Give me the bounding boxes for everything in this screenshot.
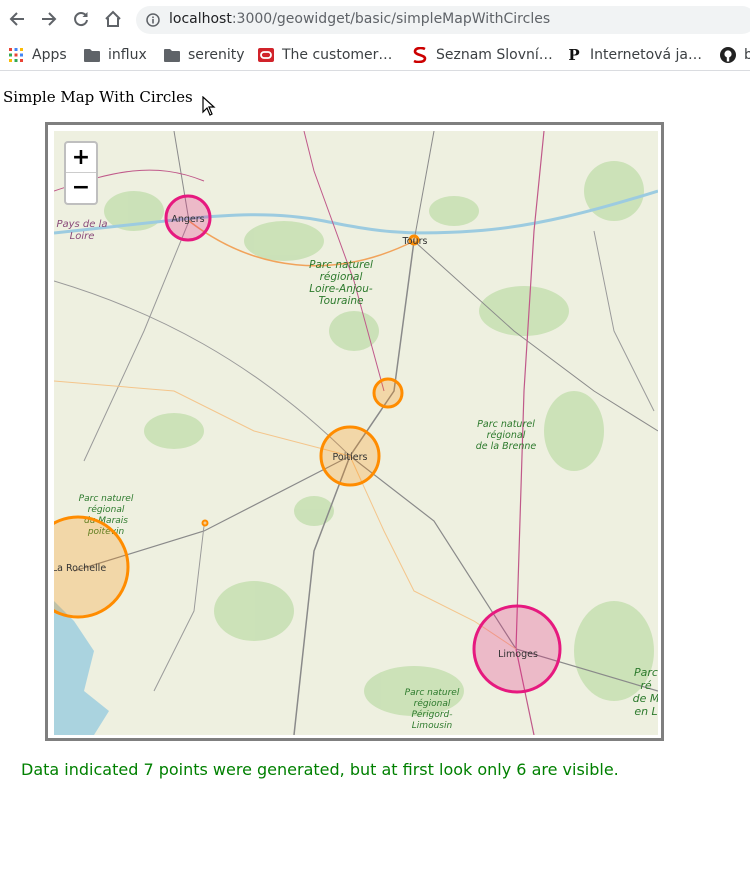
circle-midpoint[interactable] [372, 377, 404, 409]
perigord-label: Parc naturel régional Périgord-Limousin [405, 688, 460, 731]
bookmark-influx[interactable]: influx [84, 45, 147, 65]
home-icon[interactable] [102, 8, 124, 30]
reload-icon[interactable] [70, 8, 92, 30]
bookmark-b[interactable]: b [720, 45, 750, 65]
loire-anjou-label: Parc naturel régional Loire-Anjou-Touraine [309, 259, 373, 307]
city-poitiers-label: Poitiers [333, 452, 368, 463]
bookmark-customer[interactable]: The customer… [258, 45, 392, 65]
forward-icon[interactable] [38, 8, 60, 30]
bookmark-label: Seznam Slovní… [436, 47, 553, 63]
bookmark-label: Internetová ja… [590, 47, 702, 63]
bookmarks-bar: Apps influx serenity The customer… Sezna… [0, 40, 750, 71]
city-limoges-label: Limoges [498, 649, 538, 660]
page-title: Simple Map With Circles [3, 88, 193, 106]
url-path: :3000/geowidget/basic/simpleMapWithCircl… [231, 11, 551, 27]
bookmark-label: b [744, 47, 750, 63]
circle-small[interactable] [201, 519, 209, 527]
bookmark-label: The customer… [282, 47, 393, 63]
city-la-rochelle-label: La Rochelle [54, 563, 106, 574]
bookmark-internetova[interactable]: P Internetová ja… [566, 45, 702, 65]
status-note: Data indicated 7 points were generated, … [21, 760, 619, 779]
map-widget: Pays de la Loire Parc naturel régional Loir… [45, 122, 664, 741]
map-tiles: Pays de la Loire Parc naturel régional Loir… [54, 131, 658, 735]
bookmark-seznam[interactable]: Seznam Slovní… [412, 45, 553, 65]
zoom-out-button[interactable]: − [66, 173, 96, 203]
bookmark-label: serenity [188, 47, 245, 63]
map-viewport[interactable]: Pays de la Loire Parc naturel régional Loir… [54, 131, 658, 735]
url-host: localhost [169, 11, 232, 27]
bookmark-serenity[interactable]: serenity [164, 45, 245, 65]
folder-icon [84, 47, 100, 63]
city-tours-label: Tours [402, 236, 428, 247]
oracle-icon [258, 47, 274, 63]
address-bar[interactable]: localhost:3000/geowidget/basic/simpleMap… [136, 6, 750, 34]
browser-toolbar: localhost:3000/geowidget/basic/simpleMap… [0, 0, 750, 40]
p-letter-icon: P [568, 46, 580, 64]
zoom-in-button[interactable]: + [66, 143, 96, 173]
bookmark-apps[interactable]: Apps [8, 45, 67, 65]
apps-grid-icon [8, 47, 24, 63]
folder-icon [164, 47, 180, 63]
mouse-cursor-icon [202, 95, 216, 120]
bookmark-label: Apps [32, 47, 67, 63]
zoom-control: + − [64, 141, 98, 205]
city-angers-label: Angers [171, 214, 204, 225]
github-icon [720, 47, 736, 63]
url-text: localhost:3000/geowidget/basic/simpleMap… [169, 11, 550, 27]
edge-park-label: Parc ré de Men L [633, 666, 658, 718]
bookmark-label: influx [108, 47, 147, 63]
back-icon[interactable] [6, 8, 28, 30]
info-icon[interactable] [146, 12, 160, 31]
seznam-icon [412, 47, 428, 63]
